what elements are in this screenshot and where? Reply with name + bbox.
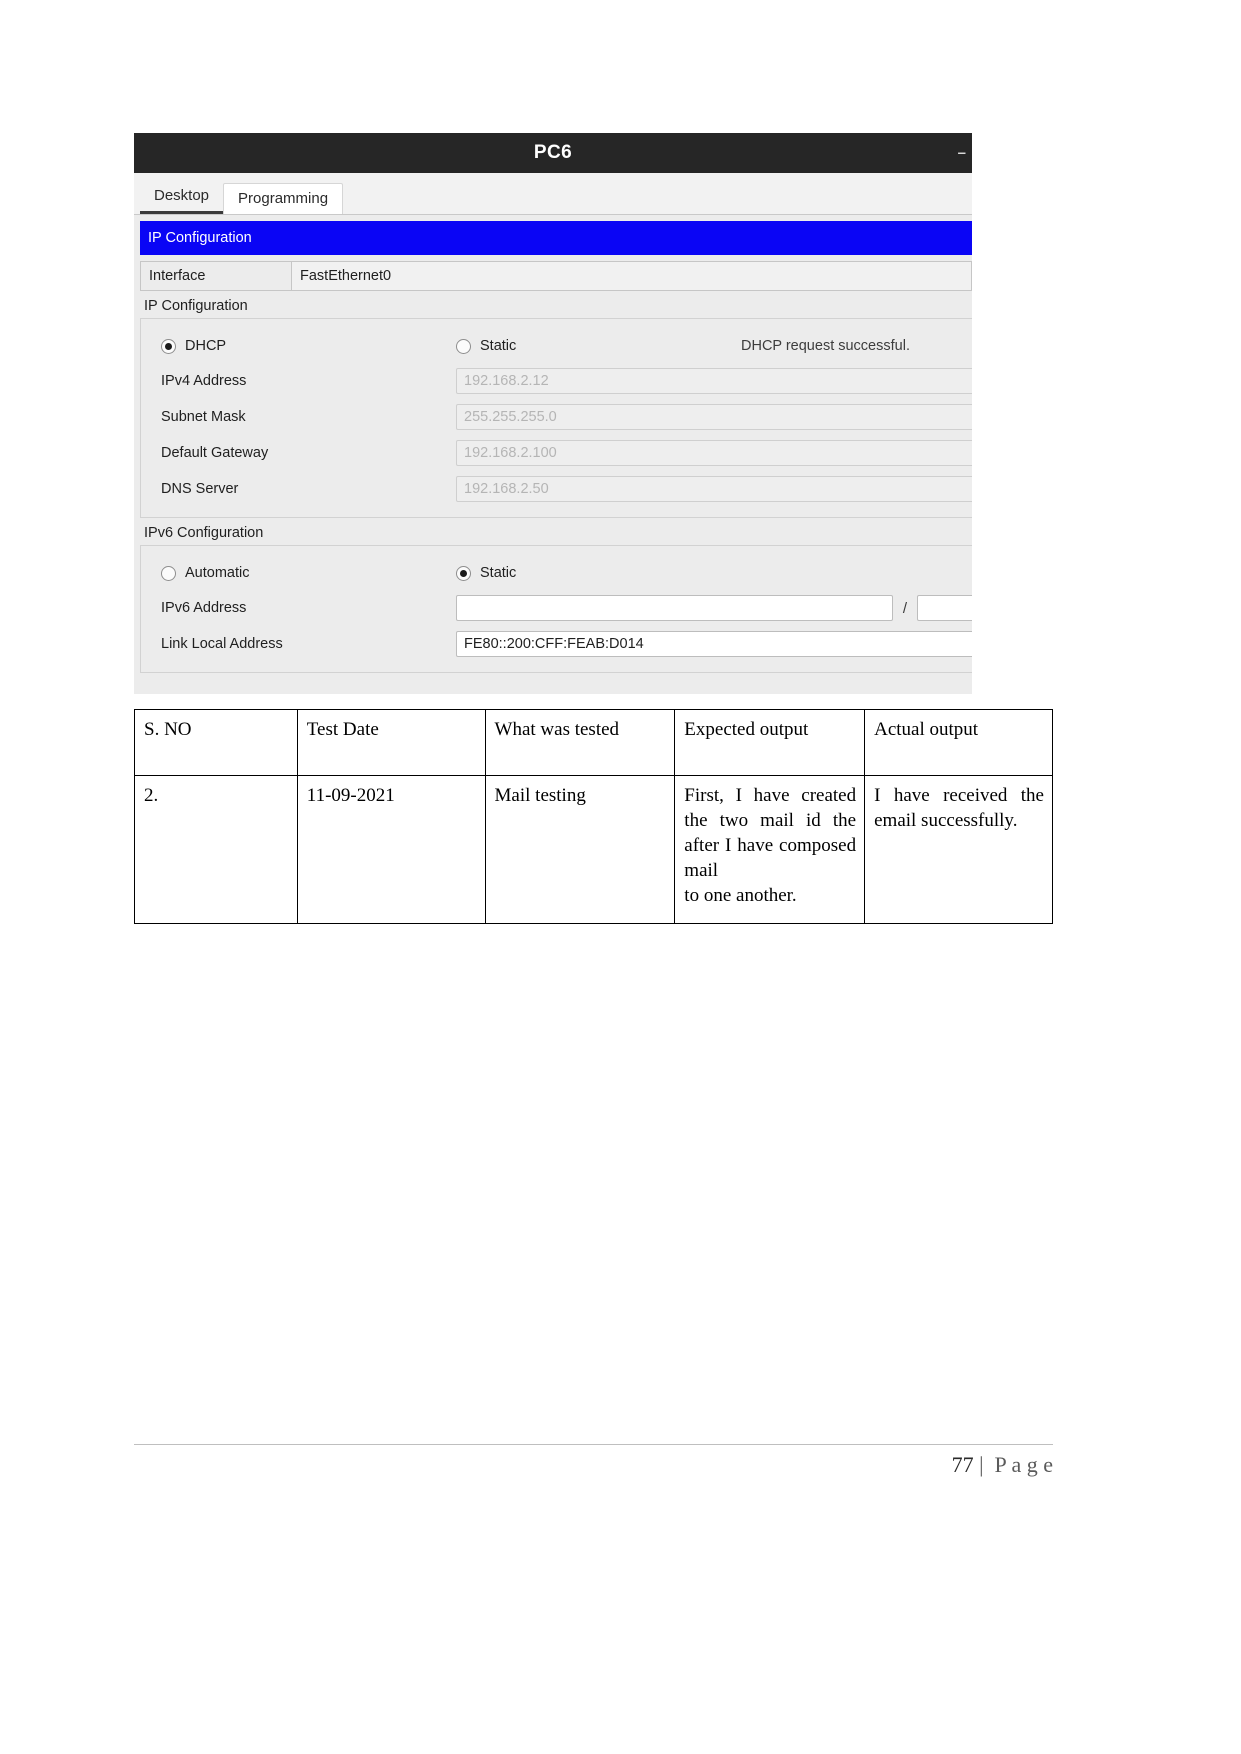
ipv4-address-row: IPv4 Address 192.168.2.12 [141, 363, 972, 399]
ipv4-address-input[interactable]: 192.168.2.12 [456, 368, 972, 394]
page-number: 77 [951, 1452, 974, 1477]
header-test-date: Test Date [296, 709, 486, 776]
tab-desktop-label: Desktop [154, 187, 210, 204]
dns-server-label: DNS Server [161, 481, 239, 497]
default-gateway-label: Default Gateway [161, 445, 269, 461]
header-expected-output: Expected output [674, 709, 866, 776]
ipv6-prefix-input[interactable] [917, 595, 972, 621]
ip-configuration-banner-label: IP Configuration [148, 230, 252, 246]
subnet-mask-row: Subnet Mask 255.255.255.0 [141, 399, 972, 435]
cell-test-date: 11-09-2021 [296, 775, 486, 924]
subnet-mask-input[interactable]: 255.255.255.0 [456, 404, 972, 430]
tab-programming-label: Programming [238, 190, 329, 207]
radio-ipv4-static-label: Static [480, 338, 517, 354]
test-case-table: S. NO Test Date What was tested Expected… [134, 709, 1053, 924]
header-actual-output: Actual output [864, 709, 1053, 776]
cell-expected-output: First, I have created the two mail id th… [674, 775, 866, 924]
dns-server-input[interactable]: 192.168.2.50 [456, 476, 972, 502]
radio-dhcp[interactable]: DHCP [161, 338, 456, 354]
ipv6-address-row: IPv6 Address / [141, 590, 972, 626]
radio-ipv6-automatic-label: Automatic [185, 565, 250, 581]
ipv4-group: DHCP Static DHCP request successful. IPv… [140, 318, 972, 518]
ipv6-section-label: IPv6 Configuration [144, 525, 264, 541]
radio-ipv6-static-label: Static [480, 565, 517, 581]
page-label: | P a g e [973, 1452, 1053, 1477]
window-titlebar: PC6 – [134, 133, 972, 173]
tab-desktop[interactable]: Desktop [140, 181, 224, 214]
tab-programming[interactable]: Programming [223, 183, 344, 214]
ipv6-address-label: IPv6 Address [161, 600, 247, 616]
radio-ipv6-static[interactable]: Static [456, 565, 741, 581]
ipv4-address-label: IPv4 Address [161, 373, 247, 389]
radio-dhcp-label: DHCP [185, 338, 227, 354]
cell-what-tested: Mail testing [484, 775, 676, 924]
radio-ipv4-static[interactable]: Static [456, 338, 741, 354]
ipv6-address-controls: / [456, 595, 972, 621]
radio-ipv4-static-icon [456, 338, 471, 354]
packet-tracer-screenshot: PC6 – Desktop Programming IP Configurati… [134, 133, 972, 694]
radio-ipv6-static-icon [456, 565, 471, 581]
window-body: IP Configuration Interface FastEthernet0… [134, 215, 972, 694]
default-gateway-row: Default Gateway 192.168.2.100 [141, 435, 972, 471]
subnet-mask-label: Subnet Mask [161, 409, 246, 425]
interface-label: Interface [140, 261, 292, 291]
dns-server-row: DNS Server 192.168.2.50 [141, 471, 972, 507]
ipv4-section-label: IP Configuration [144, 298, 248, 314]
ip-configuration-banner: IP Configuration [140, 221, 972, 255]
link-local-address-row: Link Local Address FE80::200:CFF:FEAB:D0… [141, 626, 972, 662]
ipv6-address-input[interactable] [456, 595, 893, 621]
table-header-row: S. NO Test Date What was tested Expected… [134, 709, 1053, 776]
interface-select[interactable]: FastEthernet0 [292, 261, 972, 291]
radio-dhcp-icon [161, 338, 176, 354]
ipv6-group: Automatic Static IPv6 Address / Link Loc… [140, 545, 972, 673]
window-title: PC6 [533, 142, 573, 163]
interface-row: Interface FastEthernet0 [140, 261, 972, 291]
table-row: 2. 11-09-2021 Mail testing First, I have… [134, 775, 1053, 924]
page-footer: 77 | P a g e [952, 1452, 1053, 1478]
link-local-address-label: Link Local Address [161, 636, 283, 652]
tab-strip: Desktop Programming [134, 173, 972, 215]
window-controls[interactable]: – [958, 145, 968, 162]
ipv4-mode-row: DHCP Static DHCP request successful. [141, 329, 972, 363]
cell-sno: 2. [134, 775, 298, 924]
radio-ipv6-automatic[interactable]: Automatic [161, 565, 456, 581]
default-gateway-input[interactable]: 192.168.2.100 [456, 440, 972, 466]
header-what-tested: What was tested [484, 709, 676, 776]
ipv6-mode-row: Automatic Static [141, 556, 972, 590]
radio-ipv6-automatic-icon [161, 565, 176, 581]
dhcp-status-text: DHCP request successful. [741, 338, 910, 354]
footer-divider [134, 1444, 1053, 1445]
ipv6-prefix-separator: / [902, 599, 907, 617]
cell-actual-output: I have received the email successfully. [864, 775, 1053, 924]
link-local-address-input[interactable]: FE80::200:CFF:FEAB:D014 [456, 631, 972, 657]
header-sno: S. NO [134, 709, 298, 776]
